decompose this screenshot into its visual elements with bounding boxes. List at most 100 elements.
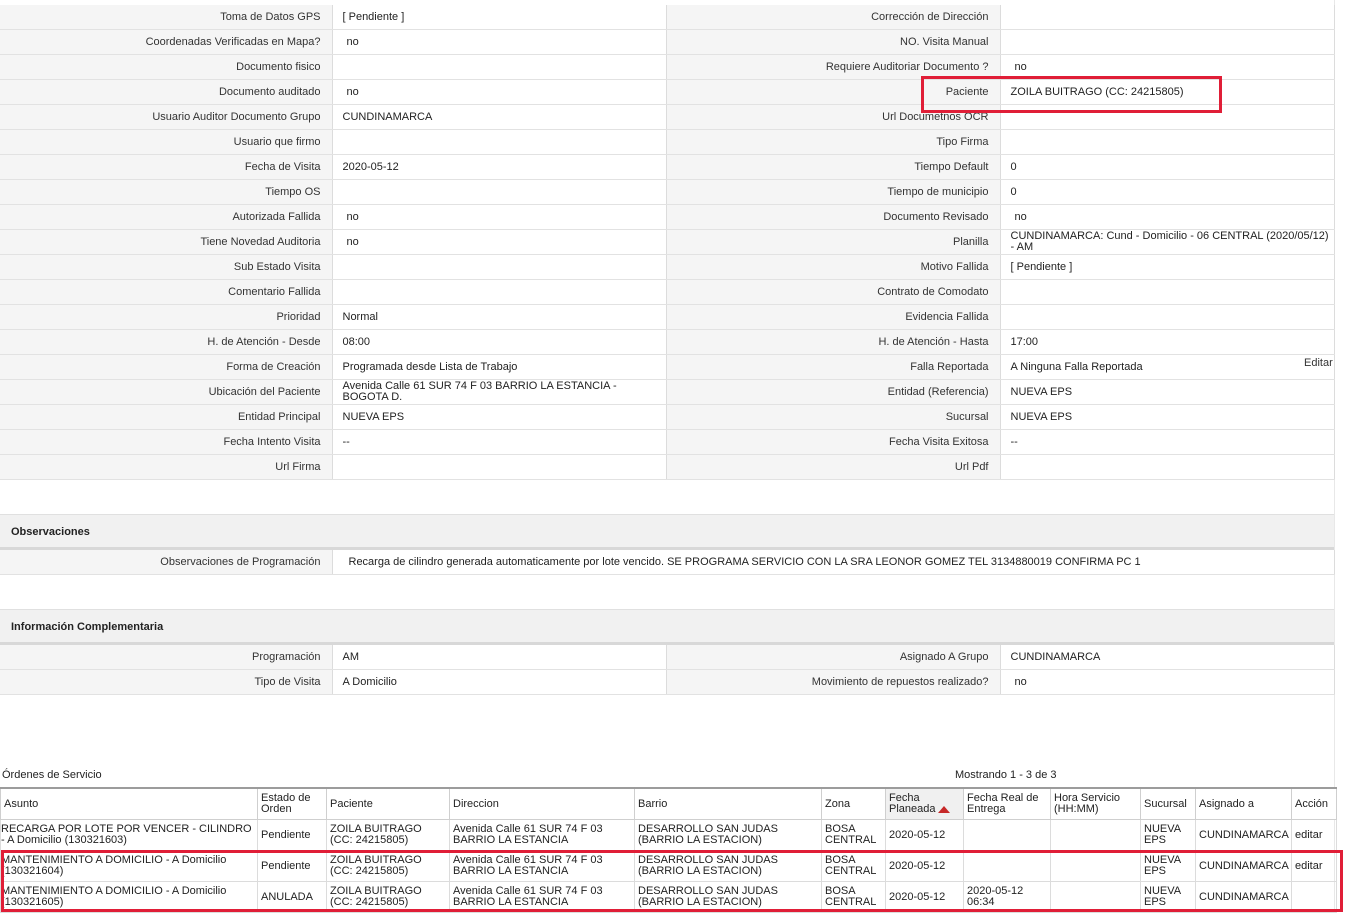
observaciones-programacion-label: Observaciones de Programación <box>0 550 333 575</box>
column-header-asignado[interactable]: Asignado a <box>1195 787 1292 820</box>
tipo-firma-value <box>1000 129 1335 155</box>
observaciones-table: Observaciones de Programación Recarga de… <box>0 550 1335 575</box>
entidad-principal-value: NUEVA EPS <box>332 404 667 430</box>
cell-estado: Pendiente <box>257 819 327 851</box>
edit-order-link[interactable] <box>1291 881 1337 913</box>
tiempo-os-label: Tiempo OS <box>0 179 333 205</box>
h-de-atencion-desde-value: 08:00 <box>332 329 667 355</box>
table-row[interactable]: MANTENIMIENTO A DOMICILIO - A Domicilio … <box>0 881 1337 913</box>
cell-fecha-planeada: 2020-05-12 <box>885 850 964 882</box>
forma-de-creacion-value: Programada desde Lista de Trabajo <box>332 354 667 380</box>
entidad-principal-label: Entidad Principal <box>0 404 333 430</box>
asignado-a-grupo-value: CUNDINAMARCA <box>1000 645 1335 670</box>
url-firma-label: Url Firma <box>0 454 333 480</box>
detail-row: Forma de Creación Programada desde Lista … <box>0 354 1335 380</box>
entidad-referencia-value: NUEVA EPS <box>1000 379 1335 405</box>
tiempo-default-label: Tiempo Default <box>666 154 1001 180</box>
h-de-atencion-desde-label: H. de Atención - Desde <box>0 329 333 355</box>
sort-ascending-icon <box>937 805 950 813</box>
cell-asignado: CUNDINAMARCA <box>1195 850 1292 882</box>
column-header-fecha-real[interactable]: Fecha Real de Entrega <box>963 787 1051 820</box>
table-row[interactable]: MANTENIMIENTO A DOMICILIO - A Domicilio … <box>0 850 1337 882</box>
cell-paciente: ZOILA BUITRAGO (CC: 24215805) <box>326 881 450 913</box>
detail-row: Prioridad Normal Evidencia Fallida <box>0 304 1335 330</box>
cell-paciente: ZOILA BUITRAGO (CC: 24215805) <box>326 819 450 851</box>
column-header-accion: Acción <box>1291 787 1337 820</box>
cell-barrio: DESARROLLO SAN JUDAS (BARRIO LA ESTACION… <box>634 819 822 851</box>
detail-row: Url Firma Url Pdf <box>0 454 1335 480</box>
cell-sucursal: NUEVA EPS <box>1140 850 1196 882</box>
detail-row: H. de Atención - Desde 08:00 H. de Atenció… <box>0 329 1335 355</box>
observaciones-programacion-value: Recarga de cilindro generada automaticam… <box>332 550 1335 575</box>
cell-asignado: CUNDINAMARCA <box>1195 881 1292 913</box>
cell-barrio: DESARROLLO SAN JUDAS (BARRIO LA ESTACION… <box>634 850 822 882</box>
cell-hora <box>1050 819 1141 851</box>
sucursal-value: NUEVA EPS <box>1000 404 1335 430</box>
ordenes-servicio-title: Órdenes de Servicio <box>2 769 102 781</box>
ubicacion-del-paciente-value: Avenida Calle 61 SUR 74 F 03 BARRIO LA E… <box>332 379 667 405</box>
tiempo-os-value <box>332 179 667 205</box>
column-header-fecha-planeada[interactable]: Fecha Planeada <box>885 787 964 820</box>
table-row[interactable]: RECARGA POR LOTE POR VENCER - CILINDRO -… <box>0 819 1337 851</box>
informacion-complementaria-header: Información Complementaria <box>0 609 1334 645</box>
edit-order-link[interactable]: editar <box>1291 819 1337 851</box>
cell-sucursal: NUEVA EPS <box>1140 881 1196 913</box>
tiempo-de-municipio-value: 0 <box>1000 179 1335 205</box>
cell-fecha-real <box>963 850 1051 882</box>
column-header-direccion[interactable]: Direccion <box>449 787 635 820</box>
h-de-atencion-hasta-label: H. de Atención - Hasta <box>666 329 1001 355</box>
cell-estado: ANULADA <box>257 881 327 913</box>
planilla-value: CUNDINAMARCA: Cund - Domicilio - 06 CENT… <box>1000 229 1335 255</box>
requiere-auditoriar-documento-label: Requiere Auditoriar Documento ? <box>666 54 1001 80</box>
detail-row: Tipo de Visita A Domicilio Movimiento de r… <box>0 669 1335 695</box>
tiene-novedad-auditoria-label: Tiene Novedad Auditoria <box>0 229 333 255</box>
motivo-fallida-value: [ Pendiente ] <box>1000 254 1335 280</box>
forma-de-creacion-label: Forma de Creación <box>0 354 333 380</box>
fecha-visita-exitosa-label: Fecha Visita Exitosa <box>666 429 1001 455</box>
scrollbar-track[interactable] <box>1334 0 1351 913</box>
comentario-fallida-label: Comentario Fallida <box>0 279 333 305</box>
autorizada-fallida-label: Autorizada Fallida <box>0 204 333 230</box>
falla-reportada-label: Falla Reportada <box>666 354 1001 380</box>
tipo-de-visita-value: A Domicilio <box>332 669 667 695</box>
cell-zona: BOSA CENTRAL <box>821 881 886 913</box>
cell-direccion: Avenida Calle 61 SUR 74 F 03 BARRIO LA E… <box>449 819 635 851</box>
contrato-de-comodato-value <box>1000 279 1335 305</box>
edit-order-link[interactable]: editar <box>1291 850 1337 882</box>
detail-row: Usuario que firmo Tipo Firma <box>0 129 1335 155</box>
detail-row: Documento auditado no Paciente ZOILA BUITRA… <box>0 79 1335 105</box>
column-header-asunto[interactable]: Asunto <box>0 787 258 820</box>
cell-fecha-planeada: 2020-05-12 <box>885 881 964 913</box>
usuario-que-firmo-label: Usuario que firmo <box>0 129 333 155</box>
column-header-zona[interactable]: Zona <box>821 787 886 820</box>
sub-estado-visita-label: Sub Estado Visita <box>0 254 333 280</box>
movimiento-de-repuestos-realizado-label: Movimiento de repuestos realizado? <box>666 669 1001 695</box>
documento-auditado-label: Documento auditado <box>0 79 333 105</box>
cell-zona: BOSA CENTRAL <box>821 850 886 882</box>
documento-fisico-label: Documento fisico <box>0 54 333 80</box>
fecha-intento-visita-value: -- <box>332 429 667 455</box>
tipo-de-visita-label: Tipo de Visita <box>0 669 333 695</box>
cell-sucursal: NUEVA EPS <box>1140 819 1196 851</box>
cell-paciente: ZOILA BUITRAGO (CC: 24215805) <box>326 850 450 882</box>
coordenadas-verificadas-en-mapa-value: no <box>332 29 667 55</box>
cell-asunto: RECARGA POR LOTE POR VENCER - CILINDRO -… <box>0 819 258 851</box>
movimiento-de-repuestos-realizado-value: no <box>1000 669 1335 695</box>
informacion-complementaria-table: Programación AM Asignado A Grupo CUNDINAMAR… <box>0 645 1335 695</box>
asignado-a-grupo-label: Asignado A Grupo <box>666 645 1001 670</box>
cell-direccion: Avenida Calle 61 SUR 74 F 03 BARRIO LA E… <box>449 881 635 913</box>
fecha-de-visita-label: Fecha de Visita <box>0 154 333 180</box>
visit-details-table: Toma de Datos GPS[ Pendiente ] Corrección… <box>0 5 1335 480</box>
edit-link[interactable]: Editar <box>1304 357 1333 369</box>
correccion-de-direccion-label: Corrección de Dirección <box>666 5 1001 30</box>
observaciones-row: Observaciones de Programación Recarga de… <box>0 550 1335 575</box>
detail-row: Fecha Intento Visita -- Fecha Visita Exito… <box>0 429 1335 455</box>
column-header-paciente[interactable]: Paciente <box>326 787 450 820</box>
column-header-hora-servicio[interactable]: Hora Servicio (HH:MM) <box>1050 787 1141 820</box>
detail-row: Entidad Principal NUEVA EPS Sucursal NUEVA … <box>0 404 1335 430</box>
column-header-sucursal[interactable]: Sucursal <box>1140 787 1196 820</box>
column-header-estado[interactable]: Estado de Orden <box>257 787 327 820</box>
column-header-barrio[interactable]: Barrio <box>634 787 822 820</box>
detail-row: Ubicación del Paciente Avenida Calle 61 S… <box>0 379 1335 405</box>
cell-barrio: DESARROLLO SAN JUDAS (BARRIO LA ESTACION… <box>634 881 822 913</box>
